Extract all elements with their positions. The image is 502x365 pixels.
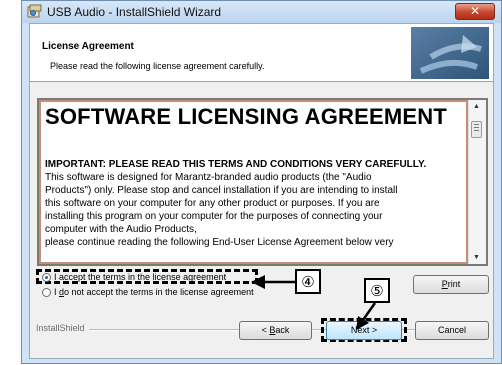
print-button[interactable]: Print bbox=[413, 275, 489, 294]
print-label: rint bbox=[447, 279, 461, 289]
wizard-header: License Agreement Please read the follow… bbox=[30, 24, 493, 82]
accept-terms-radio[interactable]: I accept the terms in the license agreem… bbox=[42, 272, 227, 283]
page-title: License Agreement bbox=[42, 41, 134, 52]
radio-unselected-icon bbox=[42, 288, 51, 298]
cancel-button[interactable]: Cancel bbox=[415, 321, 489, 340]
license-line: this software on your computer for any o… bbox=[45, 198, 380, 209]
installshield-brand: InstallShield bbox=[36, 323, 89, 333]
license-line: Products") only. Please stop and cancel … bbox=[45, 185, 398, 196]
next-button[interactable]: Next > bbox=[326, 321, 402, 340]
callout-step-4: ④ bbox=[295, 269, 321, 294]
scroll-up-icon[interactable]: ▲ bbox=[473, 103, 480, 110]
wizard-client-area: License Agreement Please read the follow… bbox=[29, 23, 494, 359]
license-scrollbar[interactable]: ▲ ▼ bbox=[468, 100, 486, 264]
decline-terms-radio[interactable]: I do not accept the terms in the license… bbox=[42, 287, 254, 298]
callout-step-5: ⑤ bbox=[364, 278, 390, 303]
close-icon: ✕ bbox=[469, 4, 481, 18]
accept-terms-label: accept the terms in the license agreemen… bbox=[56, 272, 227, 282]
license-text-frame: SOFTWARE LICENSING AGREEMENT IMPORTANT: … bbox=[39, 100, 468, 264]
page-subtitle: Please read the following license agreem… bbox=[50, 61, 265, 71]
back-button[interactable]: < Back bbox=[239, 321, 312, 340]
back-label: ack bbox=[275, 325, 290, 335]
decline-terms-label: o not accept the terms in the license ag… bbox=[64, 287, 254, 297]
license-line: This software is designed for Marantz-br… bbox=[45, 172, 372, 183]
installer-window: USB Audio - InstallShield Wizard ✕ Licen… bbox=[21, 0, 502, 364]
license-line: please continue reading the following En… bbox=[45, 237, 394, 248]
title-bar[interactable]: USB Audio - InstallShield Wizard ✕ bbox=[22, 1, 501, 23]
license-body: IMPORTANT: PLEASE READ THIS TERMS AND CO… bbox=[45, 158, 466, 249]
license-heading: SOFTWARE LICENSING AGREEMENT bbox=[45, 104, 448, 129]
scroll-down-icon[interactable]: ▼ bbox=[473, 254, 480, 261]
license-text-box[interactable]: SOFTWARE LICENSING AGREEMENT IMPORTANT: … bbox=[37, 98, 488, 266]
license-line: computer with the Audio Products, bbox=[45, 224, 197, 235]
radio-selected-icon bbox=[42, 273, 51, 283]
installer-app-icon bbox=[27, 4, 42, 18]
scroll-thumb[interactable] bbox=[471, 121, 482, 138]
window-title: USB Audio - InstallShield Wizard bbox=[47, 5, 222, 19]
installshield-logo-icon bbox=[411, 27, 489, 79]
close-button[interactable]: ✕ bbox=[455, 3, 495, 20]
license-important-line: IMPORTANT: PLEASE READ THIS TERMS AND CO… bbox=[45, 159, 427, 170]
license-line: installing this program on your computer… bbox=[45, 211, 383, 222]
